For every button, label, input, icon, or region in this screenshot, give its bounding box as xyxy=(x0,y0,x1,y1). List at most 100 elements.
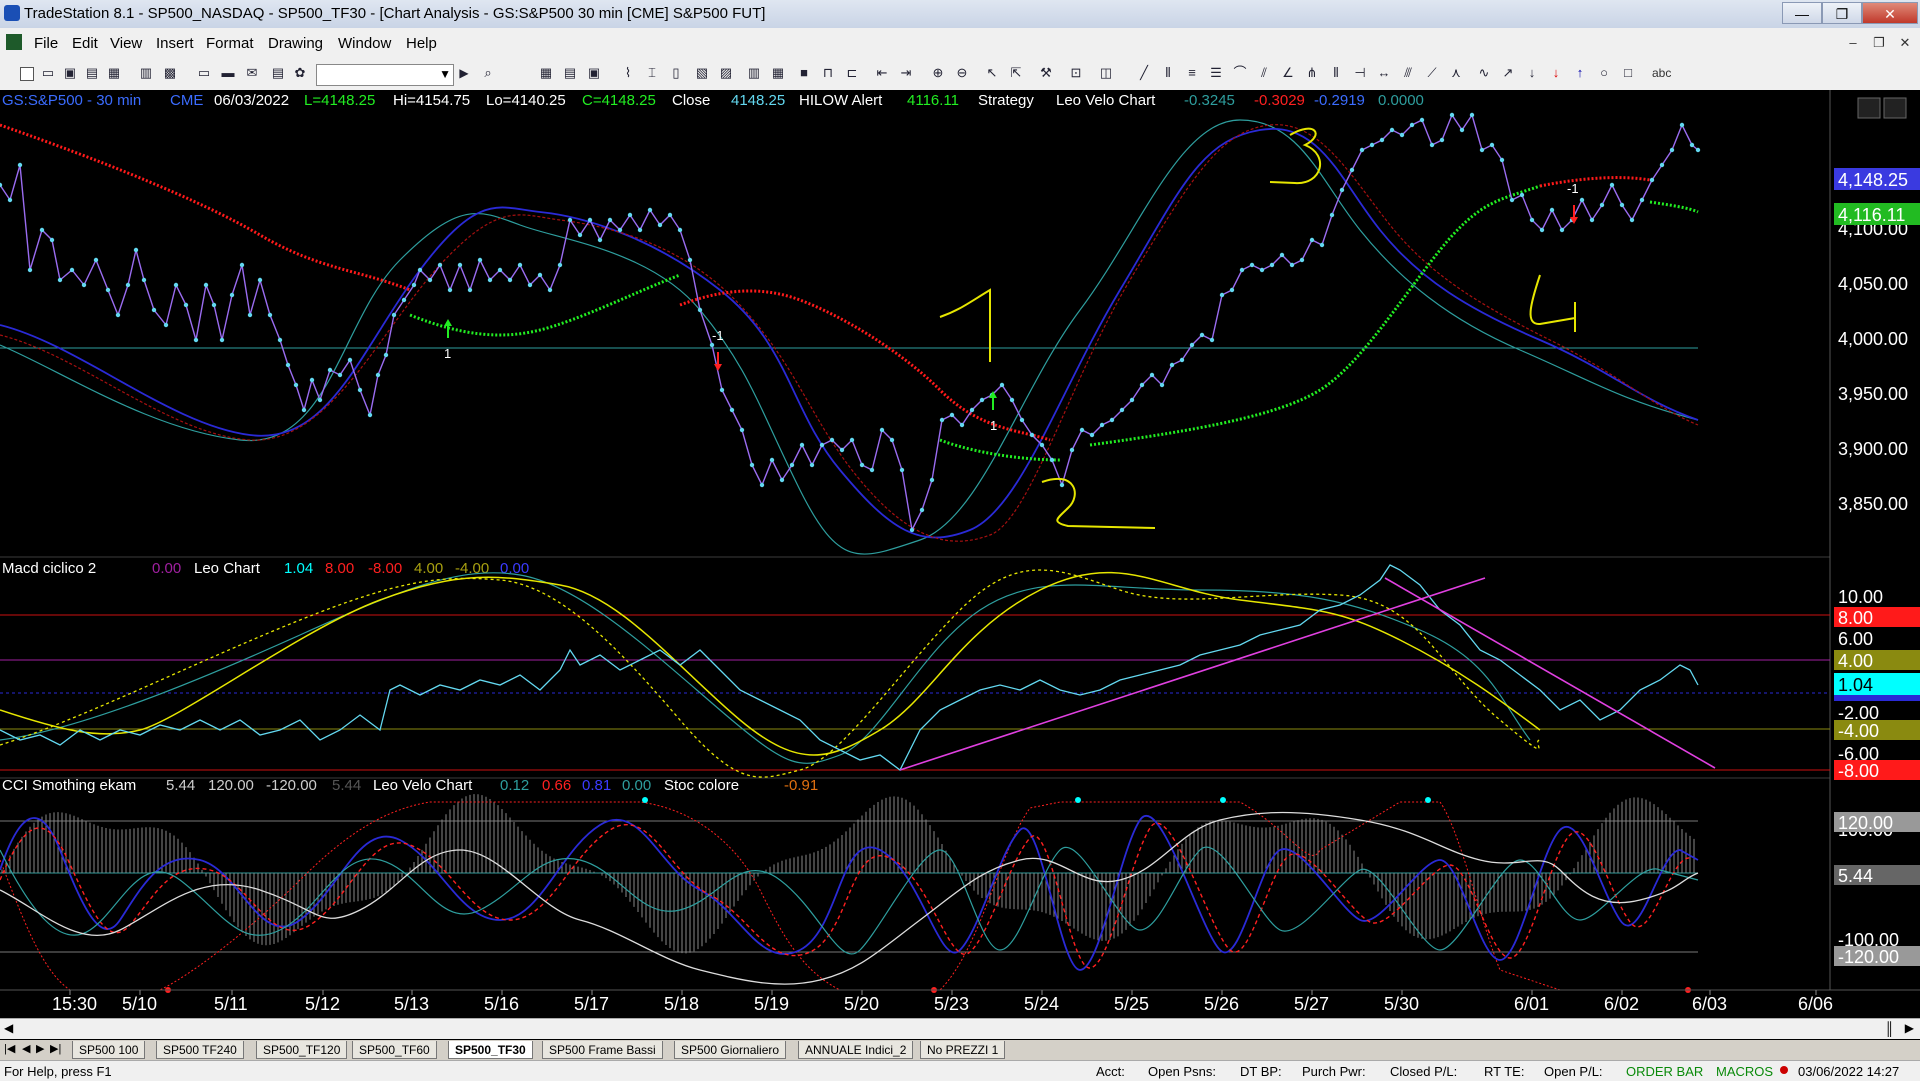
bar-chart-icon[interactable]: ⌶ xyxy=(644,65,660,81)
zoom-in-icon[interactable]: ⊕ xyxy=(930,65,946,81)
mdi-close-button[interactable]: ✕ xyxy=(1894,33,1916,53)
tab-nav-next-icon[interactable]: ▶ xyxy=(36,1042,44,1055)
chart-analysis-window[interactable]: GS:S&P500 - 30 min CME 06/03/2022 L=4148… xyxy=(0,90,1920,1026)
minimize-button[interactable]: — xyxy=(1782,2,1822,24)
status-line-icon[interactable]: ▦ xyxy=(770,65,786,81)
arc-icon[interactable]: ⌒ xyxy=(1232,65,1248,81)
close-button[interactable]: ✕ xyxy=(1862,2,1918,24)
mdi-restore-button[interactable]: ❐ xyxy=(1868,33,1890,53)
menu-window[interactable]: Window xyxy=(338,35,391,52)
tab-sp500-tf60[interactable]: SP500_TF60 xyxy=(352,1041,437,1059)
arrow-icon[interactable]: ↗ xyxy=(1500,65,1516,81)
tab-sp500-tf120[interactable]: SP500_TF120 xyxy=(256,1041,348,1059)
new-icon[interactable] xyxy=(20,67,34,81)
drag-pointer-icon[interactable]: ⇱ xyxy=(1008,65,1024,81)
scroll-thumb[interactable]: ║ xyxy=(1885,1021,1894,1036)
vertical-lines-icon[interactable]: ⦀ xyxy=(1160,65,1176,81)
message-icon[interactable]: ✉ xyxy=(244,65,260,81)
menu-file[interactable]: File xyxy=(34,35,58,52)
scroll-right-icon[interactable]: ⇥ xyxy=(898,65,914,81)
menu-edit[interactable]: Edit xyxy=(72,35,98,52)
tab-nav-last-icon[interactable]: ▶| xyxy=(50,1042,61,1055)
status-order-bar[interactable]: ORDER BAR xyxy=(1626,1064,1703,1079)
time-zones-icon[interactable]: ⊣ xyxy=(1352,65,1368,81)
scroll-right-arrow-icon[interactable]: ▶ xyxy=(1905,1021,1914,1035)
drawing-icon[interactable]: ◫ xyxy=(1098,65,1114,81)
tab-sp500-tf30[interactable]: SP500_TF30 xyxy=(448,1041,533,1059)
arrow-up-blue-icon[interactable]: ↑ xyxy=(1572,65,1588,81)
chart-window-icon[interactable] xyxy=(6,34,22,50)
trendline-icon[interactable]: ╱ xyxy=(1136,65,1152,81)
scroll-left-icon[interactable]: ⇤ xyxy=(874,65,890,81)
tab-annuale-indici-2[interactable]: ANNUALE Indici_2 xyxy=(798,1041,914,1059)
insert-strategy-icon[interactable]: ▤ xyxy=(562,65,578,81)
measure-icon[interactable]: ↔ xyxy=(1376,65,1392,81)
open-icon[interactable]: ▭ xyxy=(40,65,56,81)
apps-icon[interactable]: ✿ xyxy=(292,65,308,81)
window-tile-icon[interactable]: ▭ xyxy=(196,65,212,81)
bar-spacing-icon[interactable]: ⊏ xyxy=(844,65,860,81)
tab-nav-prev-icon[interactable]: ◀ xyxy=(22,1042,30,1055)
workspace-icon[interactable]: ▦ xyxy=(106,65,122,81)
chart-layout-icon[interactable]: ▧ xyxy=(694,65,710,81)
window-cascade-icon[interactable]: ▬ xyxy=(220,65,236,81)
zoom-symbol-icon[interactable]: ⌕ xyxy=(480,65,496,81)
interval-icon[interactable]: ⊓ xyxy=(820,65,836,81)
insert-indicator-icon[interactable]: ▦ xyxy=(538,65,554,81)
horizontal-scrollbar[interactable]: ◀ ║ ▶ xyxy=(0,1018,1920,1039)
cycle-lines-icon[interactable]: ⫴ xyxy=(1328,65,1344,81)
scale-icon[interactable]: ▨ xyxy=(718,65,734,81)
order-bar-icon[interactable]: ▤ xyxy=(270,65,286,81)
scroll-left-arrow-icon[interactable]: ◀ xyxy=(4,1021,13,1035)
cci-v3: -120.00 xyxy=(266,777,317,794)
tab-sp500-giornaliero[interactable]: SP500 Giornaliero xyxy=(674,1041,787,1059)
pane-minimize-button[interactable] xyxy=(1857,97,1881,119)
mdi-minimize-button[interactable]: – xyxy=(1842,33,1864,53)
menu-format[interactable]: Format xyxy=(206,35,254,52)
horizontal-line-icon[interactable]: ≡ xyxy=(1184,65,1200,81)
save-icon[interactable]: ▣ xyxy=(62,65,78,81)
pointer-icon[interactable]: ↖ xyxy=(984,65,1000,81)
print-preview-icon[interactable]: ▩ xyxy=(162,65,178,81)
print-icon[interactable]: ▥ xyxy=(138,65,154,81)
andrews-pitchfork-icon[interactable]: ⋏ xyxy=(1448,65,1464,81)
tools-icon[interactable]: ⚒ xyxy=(1038,65,1054,81)
dropdown-arrow-icon[interactable]: ▼ xyxy=(439,67,451,81)
ellipse-icon[interactable]: ○ xyxy=(1596,65,1612,81)
tab-sp500-tf240[interactable]: SP500 TF240 xyxy=(156,1041,244,1059)
menu-help[interactable]: Help xyxy=(406,35,437,52)
channel-icon[interactable]: ⫽ xyxy=(1256,65,1272,81)
format-window-icon[interactable]: ▣ xyxy=(586,65,602,81)
save-all-icon[interactable]: ▤ xyxy=(84,65,100,81)
play-icon[interactable]: ▶ xyxy=(456,65,472,81)
tab-sp500-100[interactable]: SP500 100 xyxy=(72,1041,146,1059)
freehand-icon[interactable]: ∿ xyxy=(1476,65,1492,81)
regression-icon[interactable]: ⟋ xyxy=(1424,65,1440,81)
candle-icon[interactable]: ▯ xyxy=(668,65,684,81)
menu-view[interactable]: View xyxy=(110,35,142,52)
arrow-down-red-icon[interactable]: ↓ xyxy=(1548,65,1564,81)
zoom-out-icon[interactable]: ⊖ xyxy=(954,65,970,81)
price-dot xyxy=(1539,227,1545,233)
pane-restore-button[interactable] xyxy=(1883,97,1907,119)
black-chart-icon[interactable]: ■ xyxy=(796,65,812,81)
gann-icon[interactable]: ⋔ xyxy=(1304,65,1320,81)
parallel-lines-icon[interactable]: ⫻ xyxy=(1400,65,1416,81)
symbol-combobox[interactable]: ▼ xyxy=(316,64,454,86)
fibonacci-icon[interactable]: ☰ xyxy=(1208,65,1224,81)
speed-lines-icon[interactable]: ∠ xyxy=(1280,65,1296,81)
price-dot xyxy=(1069,447,1075,453)
tab-nav-first-icon[interactable]: |◀ xyxy=(4,1042,15,1055)
tab-sp500-frame-bassi[interactable]: SP500 Frame Bassi xyxy=(542,1041,663,1059)
status-macros[interactable]: MACROS xyxy=(1716,1064,1773,1079)
arrow-down-icon[interactable]: ↓ xyxy=(1524,65,1540,81)
tab-no-prezzi-1[interactable]: No PREZZI 1 xyxy=(920,1041,1006,1059)
text-tool-button[interactable]: abc xyxy=(1652,66,1671,80)
data-window-icon[interactable]: ▥ xyxy=(746,65,762,81)
chart-type-icon[interactable]: ⌇ xyxy=(620,65,636,81)
restore-button[interactable]: ❐ xyxy=(1822,2,1862,24)
alert-icon[interactable]: ⊡ xyxy=(1068,65,1084,81)
rectangle-icon[interactable]: □ xyxy=(1620,65,1636,81)
menu-drawing[interactable]: Drawing xyxy=(268,35,323,52)
menu-insert[interactable]: Insert xyxy=(156,35,194,52)
